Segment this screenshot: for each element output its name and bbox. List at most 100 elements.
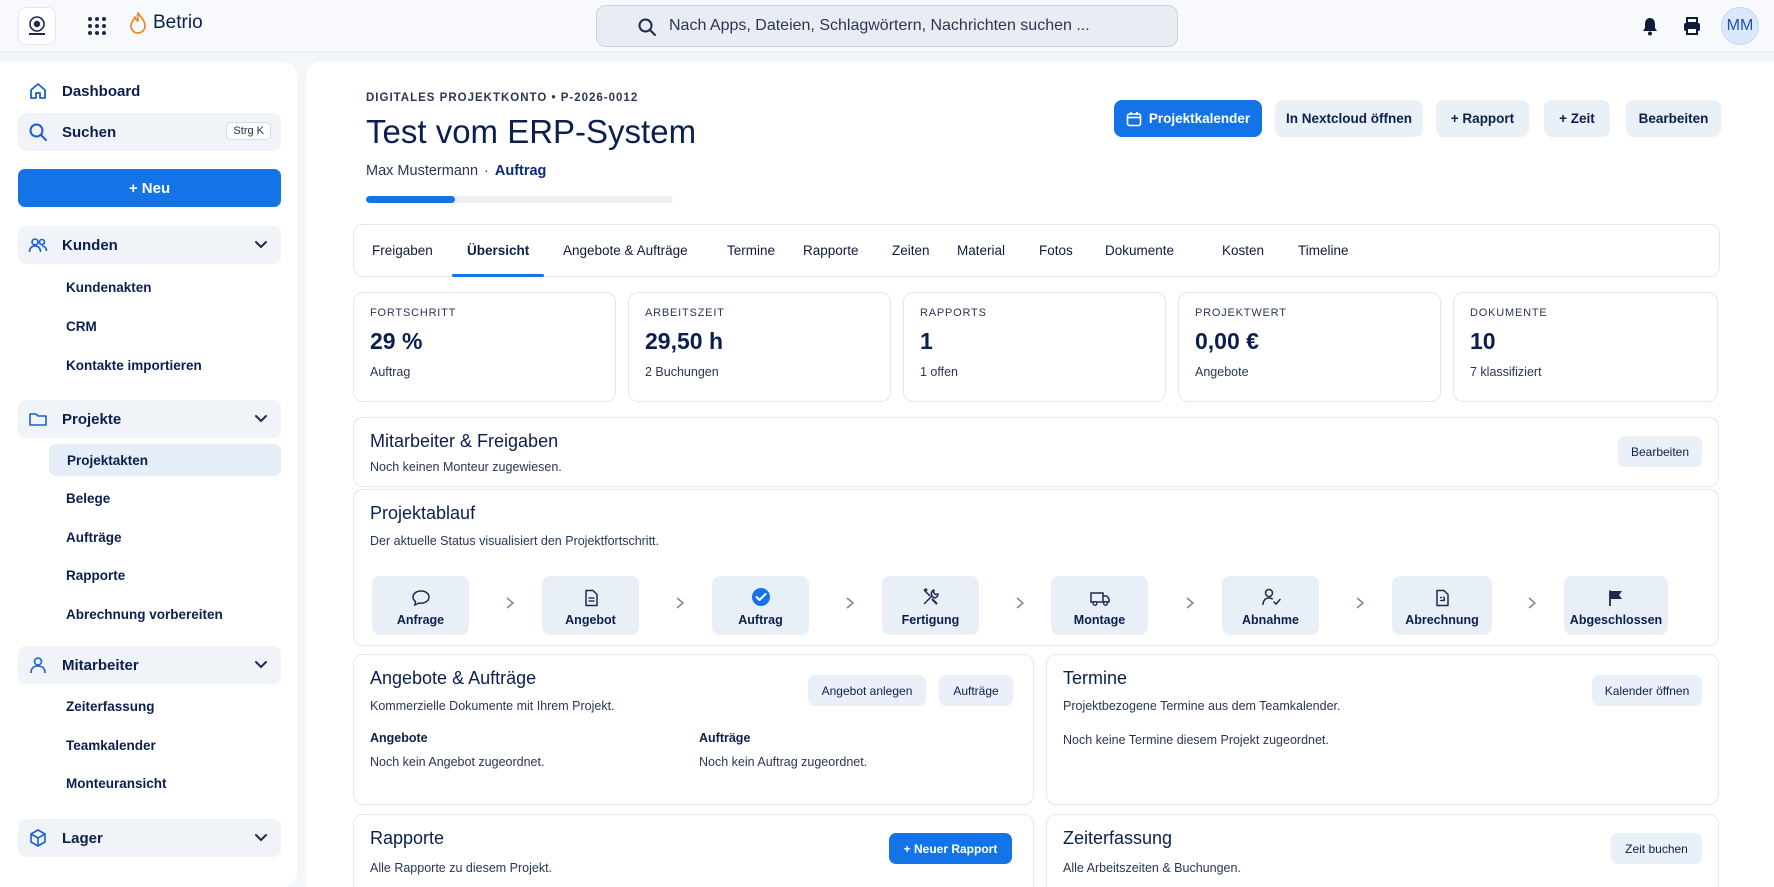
tab-kosten[interactable]: Kosten [1222,225,1264,276]
folder-icon [26,407,50,431]
workflow-step-abrechnung[interactable]: Abrechnung [1392,576,1492,635]
workflow-step-auftrag[interactable]: Auftrag [712,576,809,635]
user-avatar[interactable]: MM [1721,7,1759,45]
open-calendar-button[interactable]: Kalender öffnen [1592,675,1702,706]
tab-material[interactable]: Material [957,225,1005,276]
edit-team-button[interactable]: Bearbeiten [1618,436,1702,467]
top-bar: Betrio Nach Apps, Dateien, Schlagwörtern… [0,0,1774,52]
company-logo[interactable] [18,7,56,45]
keyboard-shortcut-badge: Strg K [226,122,271,140]
home-icon [26,79,50,103]
page-title: Test vom ERP-System [366,113,697,150]
workflow-step-abgeschlossen[interactable]: Abgeschlossen [1564,576,1668,635]
open-in-nextcloud-button[interactable]: In Nextcloud öffnen [1275,100,1423,137]
add-rapport-button[interactable]: + Rapport [1436,100,1529,137]
create-offer-button[interactable]: Angebot anlegen [808,675,926,706]
sidebar-group-lager[interactable]: Lager [18,819,281,857]
add-time-button[interactable]: + Zeit [1544,100,1610,137]
stat-value: 10 [1470,328,1496,354]
stat-card-rapports: RAPPORTS 1 1 offen [903,292,1166,402]
sidebar-item-kundenakten[interactable]: Kundenakten [66,280,152,295]
sidebar-item-projektakten[interactable]: Projektakten [49,444,281,476]
user-icon [26,653,50,677]
sidebar-item-dashboard[interactable]: Dashboard [18,72,281,110]
chevron-right-icon [1186,597,1195,609]
workflow-step-montage[interactable]: Montage [1051,576,1148,635]
sidebar-group-kunden[interactable]: Kunden [18,226,281,264]
new-button[interactable]: + Neu [18,169,281,207]
tab-fotos[interactable]: Fotos [1039,225,1073,276]
edit-project-button[interactable]: Bearbeiten [1626,100,1721,137]
global-search-input[interactable]: Nach Apps, Dateien, Schlagwörtern, Nachr… [596,5,1178,47]
search-icon [26,120,50,144]
orders-button[interactable]: Aufträge [939,675,1013,706]
sidebar-item-belege[interactable]: Belege [66,491,110,506]
chat-bubble-icon [411,590,430,607]
tab-angebote-auftraege[interactable]: Angebote & Aufträge [563,225,688,276]
tab-uebersicht[interactable]: Übersicht [451,225,545,277]
progress-fill [366,196,456,203]
card-title: Zeiterfassung [1063,828,1173,848]
timetracking-card: Zeiterfassung Alle Arbeitszeiten & Buchu… [1046,814,1719,887]
project-calendar-button[interactable]: Projektkalender [1114,100,1262,137]
workflow-step-abnahme[interactable]: Abnahme [1222,576,1319,635]
offers-orders-card: Angebote & Aufträge Kommerzielle Dokumen… [353,654,1034,805]
sidebar-item-teamkalender[interactable]: Teamkalender [66,738,156,753]
workflow-step-fertigung[interactable]: Fertigung [882,576,979,635]
tab-termine[interactable]: Termine [727,225,775,276]
tab-timeline[interactable]: Timeline [1298,225,1349,276]
step-label: Auftrag [738,613,783,627]
project-subline: Max Mustermann · Auftrag [366,163,546,179]
sidebar-search[interactable]: Suchen Strg K [18,113,281,151]
sidebar-group-mitarbeiter[interactable]: Mitarbeiter [18,646,281,684]
tab-freigaben[interactable]: Freigaben [372,225,433,276]
brand[interactable]: Betrio [128,12,203,34]
sidebar-item-crm[interactable]: CRM [66,319,97,334]
tab-dokumente[interactable]: Dokumente [1105,225,1174,276]
check-circle-icon [751,588,770,606]
tools-icon [922,587,939,605]
printer-icon[interactable] [1680,14,1704,38]
stat-card-progress: FORTSCHRITT 29 % Auftrag [353,292,616,402]
project-owner: Max Mustermann [366,163,479,179]
offers-heading: Angebote [370,731,428,745]
stat-card-documents: DOKUMENTE 10 7 klassifiziert [1453,292,1718,402]
step-label: Anfrage [396,613,445,627]
sidebar-item-monteuransicht[interactable]: Monteuransicht [66,776,167,791]
workflow-step-angebot[interactable]: Angebot [542,576,639,635]
sidebar-item-abrechnung-vorbereiten[interactable]: Abrechnung vorbereiten [66,607,223,622]
workflow-step-anfrage[interactable]: Anfrage [372,576,469,635]
sidebar-group-label: Mitarbeiter [62,656,139,674]
stat-sub: 7 klassifiziert [1470,365,1542,379]
new-rapport-button[interactable]: + Neuer Rapport [889,833,1012,864]
chevron-down-icon [255,834,267,842]
project-status: Auftrag [494,163,547,179]
stat-sub: 1 offen [920,365,959,379]
card-desc: Alle Arbeitszeiten & Buchungen. [1063,861,1241,875]
sidebar-item-rapporte[interactable]: Rapporte [66,568,125,583]
chevron-right-icon [1528,597,1537,609]
orders-empty-text: Noch kein Auftrag zugeordnet. [699,755,868,769]
step-label: Angebot [565,613,616,627]
tab-rapporte[interactable]: Rapporte [803,225,859,276]
search-icon [638,18,656,36]
chevron-right-icon [1016,597,1025,609]
app-grid-icon[interactable] [86,15,108,37]
document-icon [584,589,598,607]
step-label: Fertigung [901,613,960,627]
sidebar-item-auftraege[interactable]: Aufträge [66,530,122,545]
book-time-button[interactable]: Zeit buchen [1611,833,1702,864]
reports-card: Rapporte Alle Rapporte zu diesem Projekt… [353,814,1034,887]
invoice-icon [1436,589,1449,607]
sidebar-group-projekte[interactable]: Projekte [18,400,281,438]
tab-zeiten[interactable]: Zeiten [892,225,930,276]
team-card: Mitarbeiter & Freigaben Noch keinen Mont… [353,417,1719,487]
bell-icon[interactable] [1638,14,1662,38]
users-icon [26,233,50,257]
button-label: Projektkalender [1148,111,1251,126]
sidebar-item-zeiterfassung[interactable]: Zeiterfassung [66,699,155,714]
card-desc: Noch keinen Monteur zugewiesen. [370,460,562,474]
main-content: DIGITALES PROJEKTKONTO • P-2026-0012 Tes… [306,62,1774,887]
sidebar-item-kontakte-importieren[interactable]: Kontakte importieren [66,358,202,373]
card-desc: Alle Rapporte zu diesem Projekt. [370,861,553,875]
